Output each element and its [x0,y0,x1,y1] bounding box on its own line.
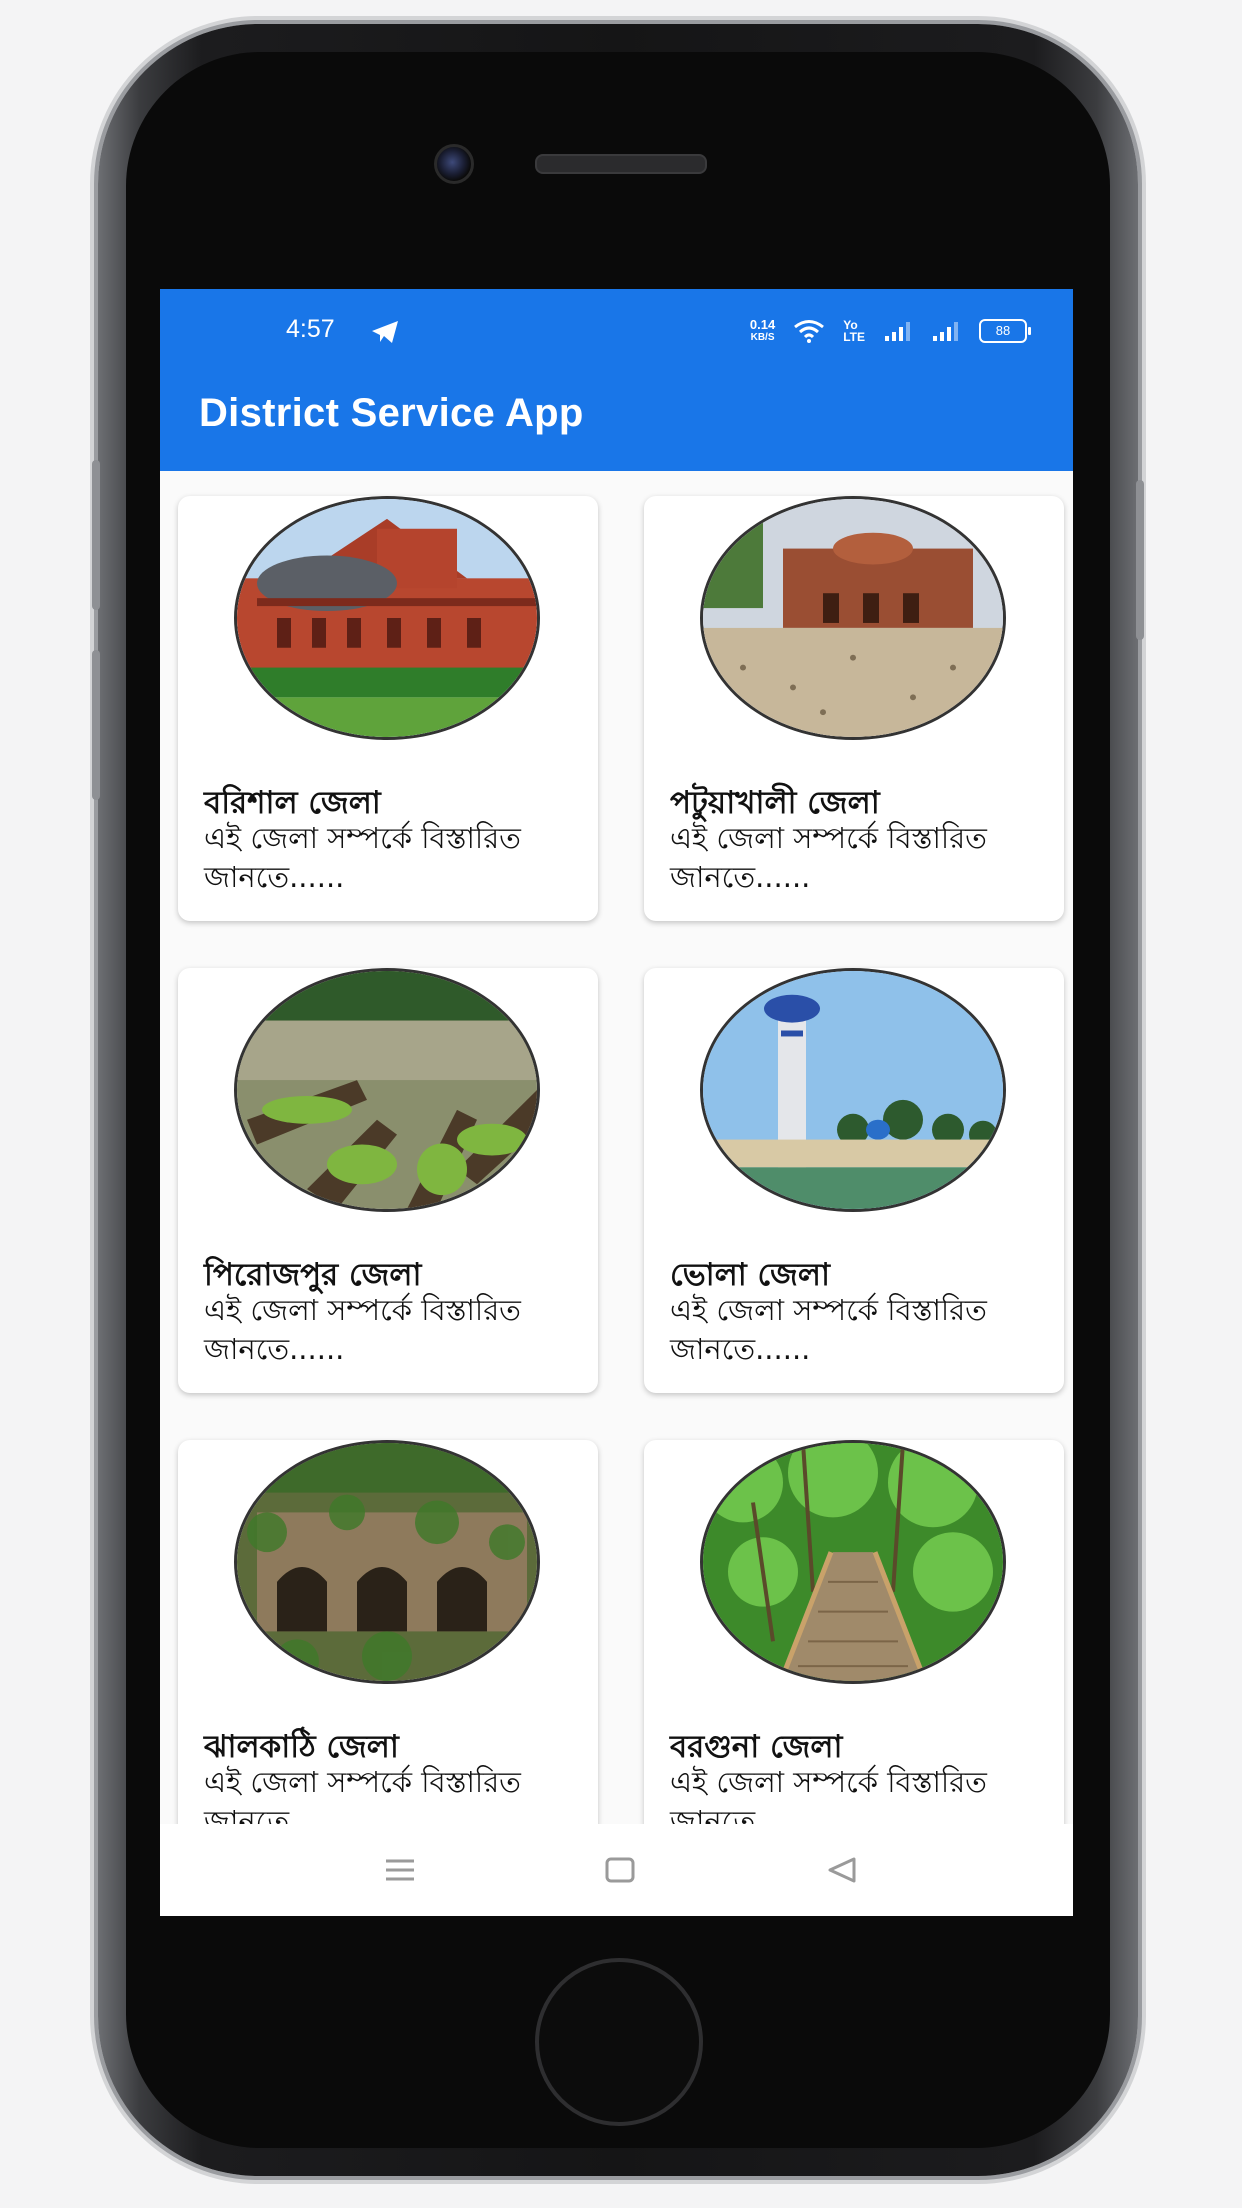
signal-icon [885,322,910,341]
status-icons: 0.14 KB/S Yo LTE 88 [750,313,1031,349]
district-card-patuakhali[interactable]: পটুয়াখালী জেলা এই জেলা সম্পর্কে বিস্তার… [644,496,1064,921]
district-description: এই জেলা সম্পর্কে বিস্তারিত জানতে...... [670,821,987,894]
district-image-jhalokathi [234,1440,540,1684]
district-description: এই জেলা সম্পর্কে বিস্তারিত জানতে...... [204,1765,521,1824]
volte-bottom: LTE [843,330,865,344]
front-camera [434,144,474,184]
district-image-patuakhali [700,496,1006,740]
telegram-icon [372,321,398,343]
district-card-jhalokathi[interactable]: ঝালকাঠি জেলা এই জেলা সম্পর্কে বিস্তারিত … [178,1440,598,1824]
district-image-barguna [700,1440,1006,1684]
network-speed-unit: KB/S [750,332,775,343]
district-description: এই জেলা সম্পর্কে বিস্তারিত জানতে...... [670,1293,987,1366]
district-card-barguna[interactable]: বরগুনা জেলা এই জেলা সম্পর্কে বিস্তারিত জ… [644,1440,1064,1824]
phone-screen: 4:57 0.14 KB/S Yo LTE 88 District Servic… [160,289,1073,1916]
district-card-barishal[interactable]: বরিশাল জেলা এই জেলা সম্পর্কে বিস্তারিত জ… [178,496,598,921]
district-description: এই জেলা সম্পর্কে বিস্তারিত জানতে...... [204,821,521,894]
district-description: এই জেলা সম্পর্কে বিস্তারিত জানতে...... [204,1293,521,1366]
district-image-barishal [234,496,540,740]
volte-indicator: Yo LTE [843,319,865,343]
home-square-icon[interactable] [600,1850,640,1890]
app-title: District Service App [199,391,584,435]
district-description: এই জেলা সম্পর্কে বিস্তারিত জানতে...... [670,1765,987,1824]
district-image-bhola [700,968,1006,1212]
volume-down-button [92,650,100,800]
district-image-pirojpur [234,968,540,1212]
signal-icon [933,322,958,341]
network-speed-value: 0.14 [749,317,776,332]
menu-icon[interactable] [380,1850,420,1890]
home-button[interactable] [535,1958,703,2126]
app-bar: 4:57 0.14 KB/S Yo LTE 88 District Servic… [160,289,1073,471]
district-card-pirojpur[interactable]: পিরোজপুর জেলা এই জেলা সম্পর্কে বিস্তারিত… [178,968,598,1393]
network-speed: 0.14 KB/S [750,318,775,344]
district-grid[interactable]: বরিশাল জেলা এই জেলা সম্পর্কে বিস্তারিত জ… [160,471,1073,1824]
district-card-bhola[interactable]: ভোলা জেলা এই জেলা সম্পর্কে বিস্তারিত জান… [644,968,1064,1393]
earpiece-speaker [535,154,707,174]
status-time: 4:57 [286,315,335,343]
battery-icon: 88 [979,319,1031,343]
volume-up-button [92,460,100,610]
system-nav-bar [160,1824,1073,1916]
back-triangle-icon[interactable] [822,1850,862,1890]
power-button [1136,480,1144,640]
wifi-icon [794,320,825,343]
